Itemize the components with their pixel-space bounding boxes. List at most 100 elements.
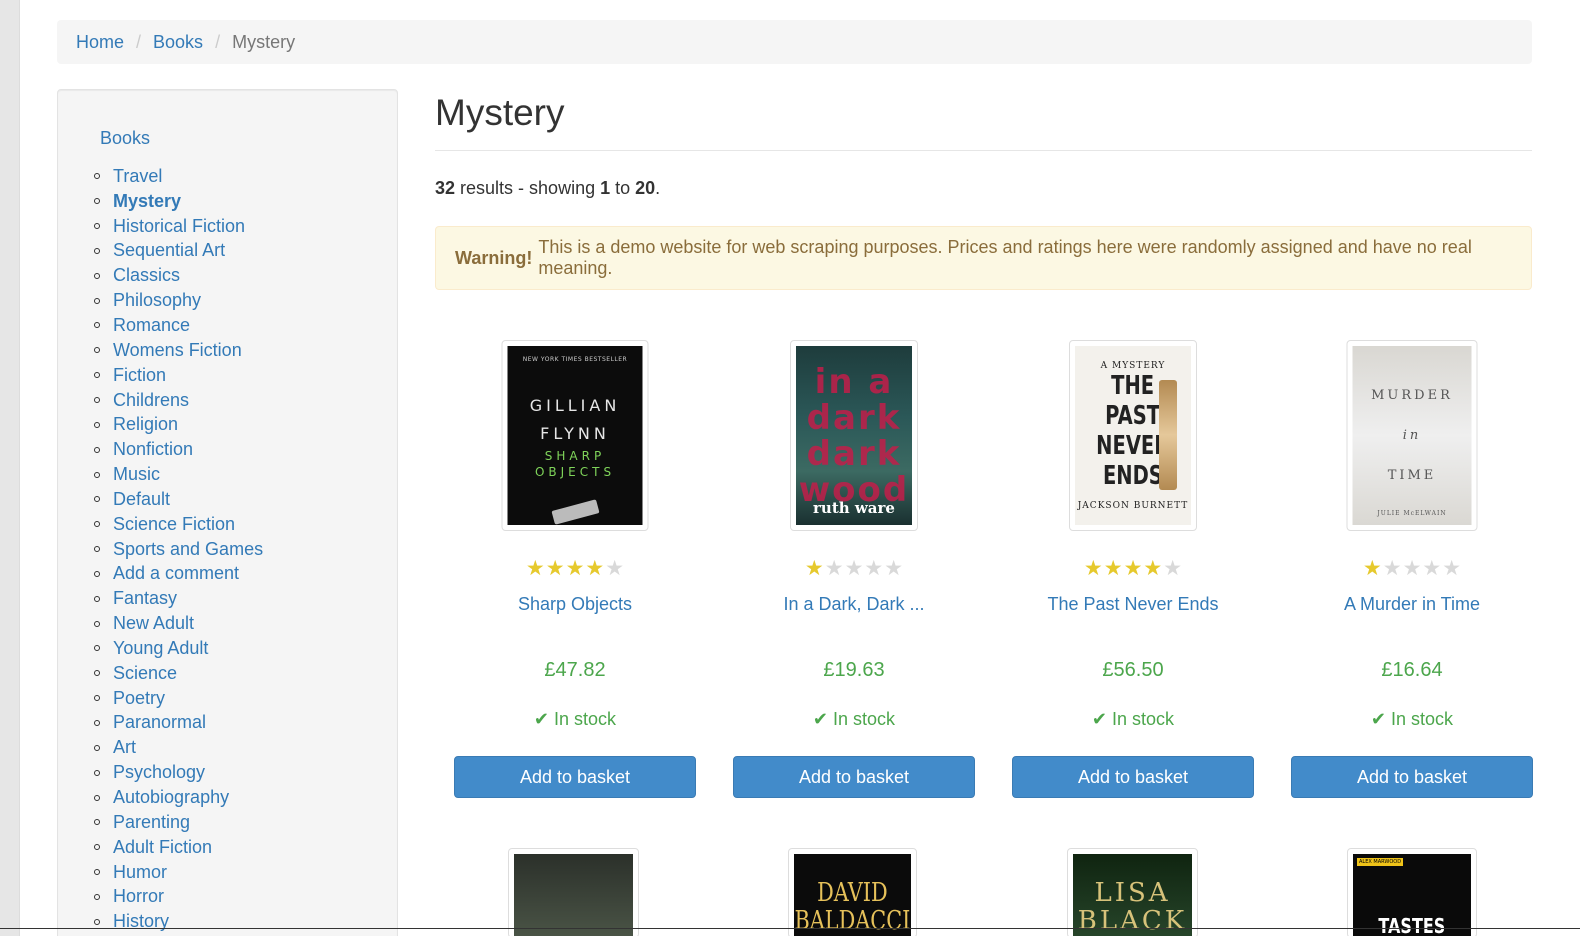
sidebar-category-link[interactable]: Music (113, 464, 160, 485)
bullet-icon (94, 893, 100, 900)
bullet-icon (94, 546, 100, 553)
add-to-basket-button[interactable]: Add to basket (454, 756, 696, 798)
sidebar-category-link[interactable]: Psychology (113, 762, 205, 783)
sidebar-category-link[interactable]: Science (113, 663, 177, 684)
results-count: 32 (435, 178, 456, 198)
category-sidebar: Books Travel Mystery Historical Fiction Seq… (57, 89, 398, 936)
sidebar-category-link[interactable]: Horror (113, 886, 164, 907)
bullet-icon (94, 272, 100, 279)
book-cover-image: LISA BLACK (1073, 854, 1192, 936)
sidebar-category-link[interactable]: Fantasy (113, 588, 177, 609)
sidebar-category-link[interactable]: Childrens (113, 390, 189, 411)
sidebar-item: Art (94, 735, 263, 760)
sidebar-category-link[interactable]: Poetry (113, 688, 165, 709)
bullet-icon (94, 570, 100, 577)
sidebar-category-link[interactable]: Parenting (113, 812, 190, 833)
bullet-icon (94, 719, 100, 726)
checkmark-icon: ✔ (533, 709, 550, 729)
sidebar-item: Horror (94, 884, 263, 909)
sidebar-category-link[interactable]: Autobiography (113, 787, 229, 808)
product-actions: £16.64 ✔ In stock Add to basket (1291, 0, 1533, 936)
sidebar-category-link[interactable]: Nonfiction (113, 439, 193, 460)
product-actions: £47.82 ✔ In stock Add to basket (454, 0, 696, 936)
sidebar-root-books[interactable]: Books (100, 128, 150, 149)
product-actions: £56.50 ✔ In stock Add to basket (1012, 0, 1254, 936)
bullet-icon (94, 421, 100, 428)
sidebar-category-link[interactable]: Sequential Art (113, 240, 225, 261)
bullet-icon (94, 819, 100, 826)
sidebar-item: Humor (94, 860, 263, 885)
sidebar-item: Womens Fiction (94, 338, 263, 363)
category-list: Travel Mystery Historical Fiction Sequentia… (94, 164, 263, 934)
product-thumbnail[interactable]: ALEX MARWOOD TASTES (1347, 848, 1477, 936)
product-thumbnail[interactable] (508, 848, 639, 936)
book-cover-image: ALEX MARWOOD TASTES (1353, 854, 1471, 936)
availability-text: In stock (1391, 709, 1454, 729)
sidebar-item: History (94, 909, 263, 934)
sidebar-item: Childrens (94, 388, 263, 413)
sidebar-category-link[interactable]: Womens Fiction (113, 340, 242, 361)
bullet-icon (94, 297, 100, 304)
breadcrumb-home[interactable]: Home (76, 32, 124, 53)
sidebar-category-link[interactable]: Classics (113, 265, 180, 286)
bullet-icon (94, 223, 100, 230)
bullet-icon (94, 744, 100, 751)
sidebar-category-link[interactable]: Add a comment (113, 563, 239, 584)
add-to-basket-button[interactable]: Add to basket (1012, 756, 1254, 798)
sidebar-category-link[interactable]: Science Fiction (113, 514, 235, 535)
bullet-icon (94, 695, 100, 702)
bullet-icon (94, 247, 100, 254)
book-cover-image (514, 854, 633, 936)
availability: ✔ In stock (1291, 709, 1533, 730)
bullet-icon (94, 844, 100, 851)
sidebar-category-link[interactable]: Young Adult (113, 638, 208, 659)
sidebar-category-link[interactable]: Art (113, 737, 136, 758)
availability-text: In stock (554, 709, 617, 729)
product-actions: £19.63 ✔ In stock Add to basket (733, 0, 975, 936)
bullet-icon (94, 347, 100, 354)
availability-text: In stock (1112, 709, 1175, 729)
bullet-icon (94, 869, 100, 876)
product-thumbnail[interactable]: DAVID BALDACCI (788, 848, 917, 936)
bullet-icon (94, 670, 100, 677)
sidebar-category-link[interactable]: History (113, 911, 169, 932)
sidebar-category-link[interactable]: Humor (113, 862, 167, 883)
bullet-icon (94, 372, 100, 379)
sidebar-category-link[interactable]: Paranormal (113, 712, 206, 733)
sidebar-item: Sports and Games (94, 537, 263, 562)
sidebar-item: Historical Fiction (94, 214, 263, 239)
bullet-icon (94, 521, 100, 528)
sidebar-item: Add a comment (94, 562, 263, 587)
sidebar-item: Nonfiction (94, 437, 263, 462)
cover-text: DAVID BALDACCI (794, 877, 911, 936)
sidebar-item: Young Adult (94, 636, 263, 661)
breadcrumb-books[interactable]: Books (153, 32, 203, 53)
bullet-icon (94, 620, 100, 627)
sidebar-category-link[interactable]: Default (113, 489, 170, 510)
sidebar-item: Adult Fiction (94, 835, 263, 860)
sidebar-category-link[interactable]: Fiction (113, 365, 166, 386)
sidebar-category-link[interactable]: Sports and Games (113, 539, 263, 560)
sidebar-category-link[interactable]: New Adult (113, 613, 194, 634)
sidebar-category-link[interactable]: Mystery (113, 191, 181, 212)
sidebar-category-link[interactable]: Historical Fiction (113, 216, 245, 237)
sidebar-category-link[interactable]: Religion (113, 414, 178, 435)
bullet-icon (94, 918, 100, 925)
bullet-icon (94, 471, 100, 478)
sidebar-item: Music (94, 462, 263, 487)
product-thumbnail[interactable]: LISA BLACK (1067, 848, 1198, 936)
sidebar-item: Science Fiction (94, 512, 263, 537)
bullet-icon (94, 794, 100, 801)
sidebar-category-link[interactable]: Philosophy (113, 290, 201, 311)
sidebar-category-link[interactable]: Travel (113, 166, 162, 187)
sidebar-item: Travel (94, 164, 263, 189)
availability: ✔ In stock (1012, 709, 1254, 730)
add-to-basket-button[interactable]: Add to basket (1291, 756, 1533, 798)
availability: ✔ In stock (454, 709, 696, 730)
sidebar-category-link[interactable]: Adult Fiction (113, 837, 212, 858)
sidebar-item: Poetry (94, 686, 263, 711)
bullet-icon (94, 322, 100, 329)
sidebar-category-link[interactable]: Romance (113, 315, 190, 336)
add-to-basket-button[interactable]: Add to basket (733, 756, 975, 798)
availability-text: In stock (833, 709, 896, 729)
